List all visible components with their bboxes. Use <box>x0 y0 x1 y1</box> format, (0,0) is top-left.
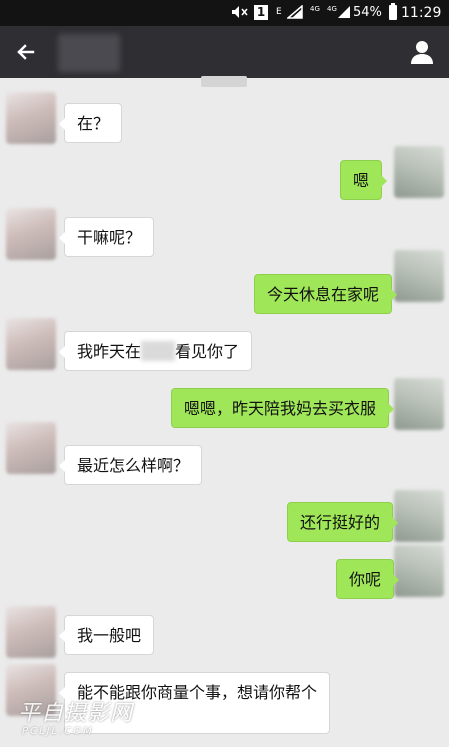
message-text-part: 我昨天在 <box>77 342 142 361</box>
network-4g-label-2: 4G <box>327 5 337 13</box>
avatar[interactable] <box>6 318 56 370</box>
message-bubble-sent[interactable]: 嗯嗯，昨天陪我妈去买衣服 <box>171 388 395 428</box>
person-icon[interactable] <box>408 38 436 66</box>
clock: 11:29 <box>401 5 442 21</box>
avatar[interactable] <box>394 490 444 542</box>
message-bubble-received[interactable]: 我一般吧 <box>58 615 155 655</box>
network-e-label: E <box>276 7 282 17</box>
avatar[interactable] <box>394 146 444 198</box>
avatar[interactable] <box>6 208 56 260</box>
avatar[interactable] <box>394 378 444 430</box>
message-bubble-sent[interactable]: 今天休息在家呢 <box>254 274 398 314</box>
timestamp-pill <box>201 76 247 87</box>
message-bubble-received[interactable]: 在？ <box>58 103 123 143</box>
message-bubble-sent[interactable]: 嗯 <box>340 160 388 200</box>
notification-badge: 1 <box>254 5 268 20</box>
avatar[interactable] <box>394 545 444 597</box>
redacted-text <box>141 341 176 361</box>
message-text-part: 看见你了 <box>175 342 240 361</box>
network-4g-label: 4G <box>310 5 320 13</box>
message-bubble-sent[interactable]: 你呢 <box>336 559 400 599</box>
signal-icon <box>285 4 303 21</box>
message-bubble-received[interactable]: 干嘛呢？ <box>58 217 155 257</box>
watermark-url: PCLJL.COM <box>22 726 94 737</box>
mute-icon <box>231 5 249 21</box>
watermark-logo-text: 平自摄影网 <box>18 701 134 726</box>
message-bubble-sent[interactable]: 还行挺好的 <box>287 502 399 542</box>
watermark: 平自摄影网 PCLJL.COM <box>18 701 134 738</box>
battery-percent: 54% <box>353 5 382 20</box>
contact-name <box>58 34 120 72</box>
battery-icon <box>389 3 397 20</box>
avatar[interactable] <box>394 250 444 302</box>
avatar[interactable] <box>6 422 56 474</box>
back-arrow-icon[interactable] <box>12 38 40 66</box>
chat-header <box>0 26 449 78</box>
status-bar: 1 E 4G 4G 54% 11:29 <box>0 0 449 26</box>
message-bubble-received[interactable]: 我昨天在 看见你了 <box>58 331 253 371</box>
avatar[interactable] <box>6 606 56 658</box>
signal-icon-2 <box>337 5 351 21</box>
message-bubble-received[interactable]: 最近怎么样啊？ <box>58 445 203 485</box>
avatar[interactable] <box>6 92 56 144</box>
